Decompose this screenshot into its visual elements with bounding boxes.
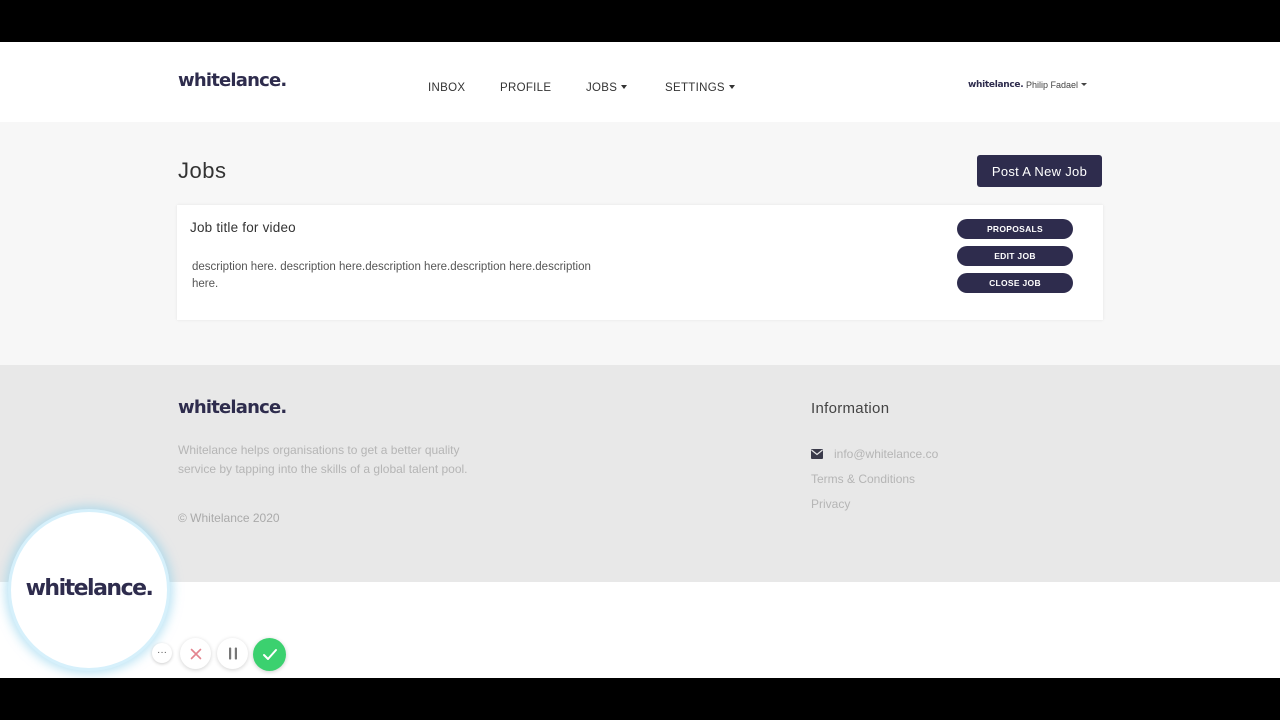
edit-job-button[interactable]: EDIT JOB: [957, 246, 1073, 266]
proposals-button[interactable]: PROPOSALS: [957, 219, 1073, 239]
nav-item-profile[interactable]: PROFILE: [500, 82, 551, 94]
site-header: whitelance. INBOX PROFILE JOBS SETTINGS …: [0, 42, 1280, 122]
nav-item-settings[interactable]: SETTINGS: [665, 82, 735, 94]
recorder-webcam-bubble[interactable]: whitelance.: [8, 509, 170, 671]
caret-down-icon: [728, 84, 735, 89]
letterbox-bottom: [0, 678, 1280, 720]
browser-page: whitelance. INBOX PROFILE JOBS SETTINGS …: [0, 42, 1280, 678]
user-avatar-logo[interactable]: whitelance.: [968, 80, 1024, 90]
caret-down-icon: [621, 84, 628, 89]
job-title: Job title for video: [190, 220, 296, 235]
footer-privacy-link[interactable]: Privacy: [811, 497, 850, 511]
nav-item-inbox[interactable]: INBOX: [428, 82, 465, 94]
nav-item-label: INBOX: [428, 82, 466, 94]
nav-item-label: PROFILE: [500, 82, 552, 94]
user-name: Philip Fadael: [1026, 80, 1079, 90]
user-menu[interactable]: Philip Fadael: [1026, 80, 1088, 90]
nav-item-label: JOBS: [586, 82, 618, 94]
job-card: Job title for video description here. de…: [177, 205, 1103, 320]
letterbox-top: [0, 0, 1280, 42]
header-logo[interactable]: whitelance.: [178, 70, 287, 91]
pause-icon: [228, 647, 237, 660]
recorder-bubble-logo: whitelance.: [25, 576, 154, 601]
nav-item-label: SETTINGS: [665, 82, 725, 94]
close-job-button[interactable]: CLOSE JOB: [957, 273, 1073, 293]
recorder-done-button[interactable]: [253, 638, 286, 671]
footer-terms-link[interactable]: Terms & Conditions: [811, 472, 915, 486]
recorder-cancel-button[interactable]: [180, 638, 211, 669]
footer-about-text: Whitelance helps organisations to get a …: [178, 443, 468, 476]
recorder-more-button[interactable]: ···: [152, 643, 172, 663]
caret-down-icon: [1081, 83, 1088, 87]
recorder-pause-button[interactable]: [217, 638, 248, 669]
footer-info-heading: Information: [811, 400, 890, 417]
envelope-icon: [811, 449, 823, 459]
footer-email-link[interactable]: info@whitelance.co: [834, 447, 938, 461]
job-description: description here. description here.descr…: [192, 261, 591, 290]
page-title: Jobs: [178, 158, 227, 183]
footer-copyright: © Whitelance 2020: [178, 511, 280, 525]
ellipsis-icon: ···: [157, 647, 167, 658]
footer-logo[interactable]: whitelance.: [178, 397, 287, 418]
nav-item-jobs[interactable]: JOBS: [586, 82, 628, 94]
close-icon: [190, 648, 201, 659]
post-new-job-button[interactable]: Post A New Job: [977, 155, 1102, 187]
check-icon: [262, 649, 277, 660]
site-footer: whitelance. Whitelance helps organisatio…: [0, 365, 1280, 582]
jobs-section: Jobs Post A New Job Job title for video …: [0, 122, 1280, 365]
